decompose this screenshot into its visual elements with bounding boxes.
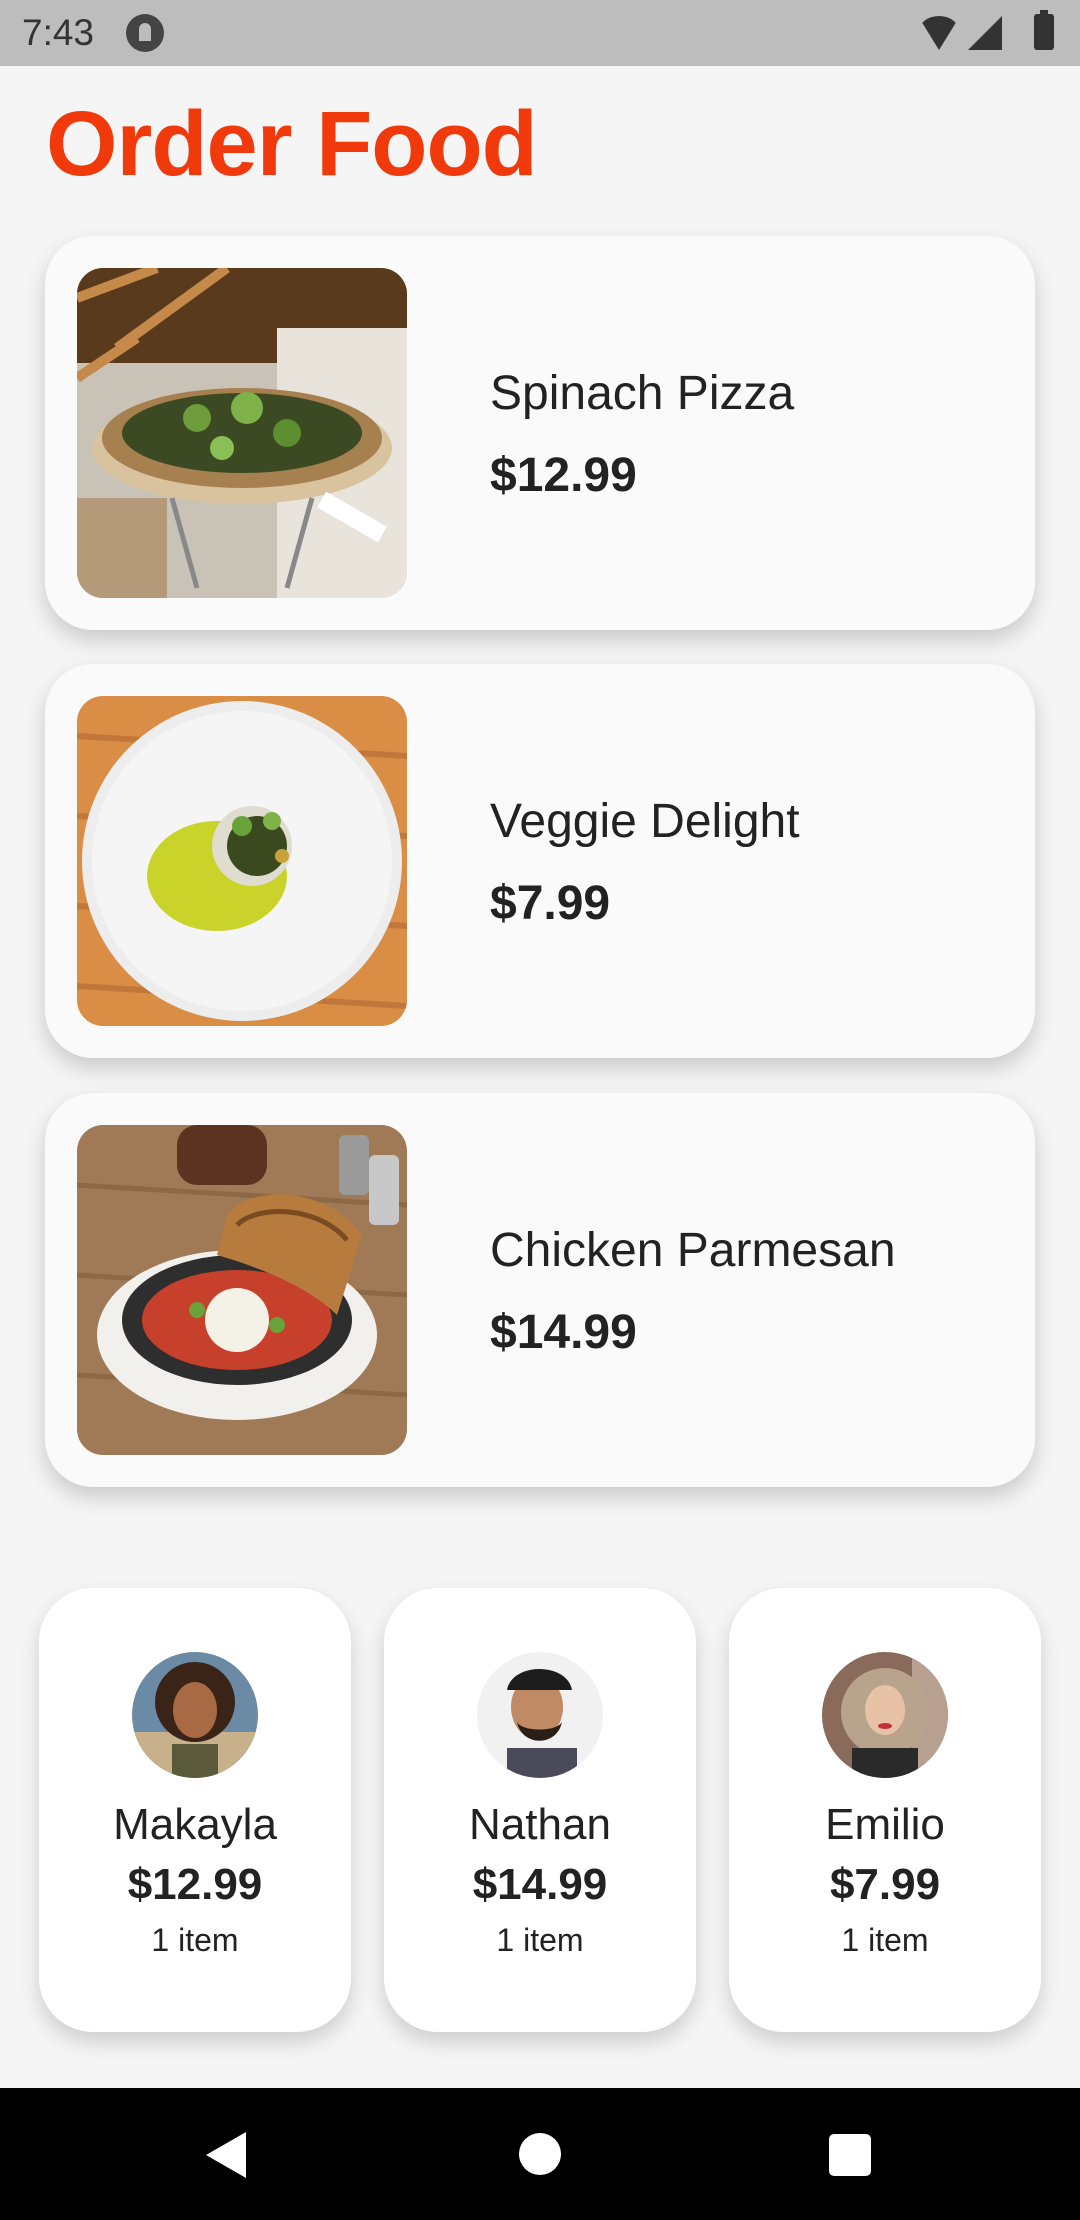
food-name: Spinach Pizza	[490, 367, 795, 420]
person-name: Emilio	[825, 1800, 945, 1849]
order-card-nathan[interactable]: Nathan $14.99 1 item	[384, 1588, 696, 2032]
food-card-veggie-delight[interactable]: Veggie Delight $7.99	[45, 664, 1035, 1058]
order-card-emilio[interactable]: Emilio $7.99 1 item	[729, 1588, 1041, 2032]
person-item-count: 1 item	[496, 1922, 584, 1958]
status-bar: 7:43	[0, 0, 1080, 66]
order-card-makayla[interactable]: Makayla $12.99 1 item	[39, 1588, 351, 2032]
food-name: Chicken Parmesan	[490, 1224, 896, 1277]
food-image-chicken	[77, 1125, 407, 1455]
person-name: Makayla	[113, 1800, 277, 1849]
avatar	[132, 1652, 258, 1778]
person-item-count: 1 item	[841, 1922, 929, 1958]
wifi-icon	[918, 16, 960, 50]
home-icon[interactable]	[519, 2133, 561, 2175]
person-name: Nathan	[469, 1800, 611, 1849]
food-price: $7.99	[490, 877, 611, 930]
food-card-chicken-parmesan[interactable]: Chicken Parmesan $14.99	[45, 1093, 1035, 1487]
avatar	[477, 1652, 603, 1778]
food-image-veggie	[77, 696, 407, 1026]
food-price: $12.99	[490, 449, 637, 502]
person-total: $12.99	[127, 1860, 263, 1909]
status-time: 7:43	[22, 12, 95, 53]
cellular-signal-icon	[968, 16, 1002, 50]
food-image-pizza	[77, 268, 407, 598]
food-name: Veggie Delight	[490, 795, 800, 848]
recents-icon[interactable]	[829, 2134, 871, 2176]
avatar	[822, 1652, 948, 1778]
food-card-spinach-pizza[interactable]: Spinach Pizza $12.99	[45, 236, 1035, 630]
notification-app-icon	[126, 14, 164, 52]
person-total: $14.99	[472, 1860, 608, 1909]
battery-icon	[1034, 10, 1054, 50]
page-title: Order Food	[46, 93, 538, 195]
person-total: $7.99	[829, 1860, 941, 1909]
food-price: $14.99	[490, 1306, 637, 1359]
back-icon[interactable]	[206, 2132, 246, 2178]
person-item-count: 1 item	[151, 1922, 239, 1958]
navigation-bar	[0, 2088, 1080, 2220]
